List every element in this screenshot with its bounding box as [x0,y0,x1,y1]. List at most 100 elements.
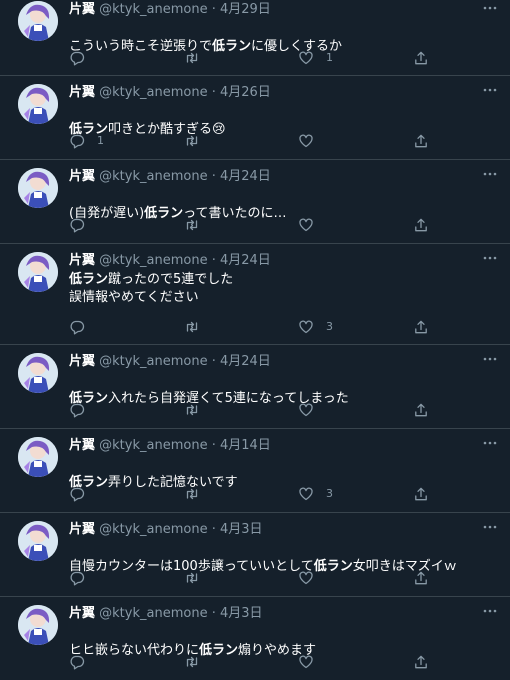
avatar[interactable] [18,605,58,645]
tweet-header: 片翼 @ktyk_anemone · 4月14日 [69,437,470,455]
separator-dot: · [211,85,216,100]
more-horizontal-icon[interactable] [482,82,498,98]
user-handle[interactable]: @ktyk_anemone [99,169,207,184]
display-name[interactable]: 片翼 [69,85,95,100]
tweet-header: 片翼 @ktyk_anemone · 4月29日 [69,1,470,19]
display-name[interactable]: 片翼 [69,253,95,268]
display-name[interactable]: 片翼 [69,2,95,17]
avatar[interactable] [18,521,58,561]
reply-button[interactable] [69,653,97,671]
like-button[interactable] [298,653,326,671]
heart-icon [299,487,313,501]
tweet-date[interactable]: 4月24日 [220,354,271,369]
share-button[interactable] [413,485,429,503]
display-name[interactable]: 片翼 [69,522,95,537]
retweet-icon [186,219,198,231]
tweet-header: 片翼 @ktyk_anemone · 4月24日 [69,168,470,186]
share-upload-icon [415,320,427,334]
share-button[interactable] [413,216,429,234]
tweet[interactable]: 片翼 @ktyk_anemone · 4月24日 低ラン入れたら自発遅くて5連に… [0,345,510,429]
reply-button[interactable] [69,401,97,419]
tweet-date[interactable]: 4月26日 [220,85,271,100]
share-button[interactable] [413,401,429,419]
user-handle[interactable]: @ktyk_anemone [99,606,207,621]
user-handle[interactable]: @ktyk_anemone [99,253,207,268]
tweet[interactable]: 片翼 @ktyk_anemone · 4月14日 低ラン弄りした記憶ないです 3 [0,429,510,513]
tweet-date[interactable]: 4月24日 [220,253,271,268]
tweet-date[interactable]: 4月24日 [220,169,271,184]
share-button[interactable] [413,318,429,336]
user-handle[interactable]: @ktyk_anemone [99,85,207,100]
timeline: 片翼 @ktyk_anemone · 4月29日 こういう時こそ逆張りで低ランに… [0,0,510,680]
like-button[interactable]: 3 [298,318,333,336]
retweet-button[interactable] [184,485,212,503]
retweet-button[interactable] [184,132,212,150]
reply-bubble-icon [70,571,85,586]
tweet-date[interactable]: 4月14日 [220,438,271,453]
user-handle[interactable]: @ktyk_anemone [99,522,207,537]
share-button[interactable] [413,653,429,671]
avatar[interactable] [18,84,58,124]
like-button[interactable] [298,569,326,587]
like-button[interactable]: 1 [298,49,333,67]
share-button[interactable] [413,49,429,67]
display-name[interactable]: 片翼 [69,354,95,369]
tweet[interactable]: 片翼 @ktyk_anemone · 4月3日 自慢カウンターは100歩譲ってい… [0,513,510,597]
heart-icon [299,571,313,585]
more-horizontal-icon[interactable] [482,351,498,367]
retweet-button[interactable] [184,318,212,336]
reply-button[interactable]: 1 [69,132,104,150]
reply-button[interactable] [69,485,97,503]
like-count: 3 [326,487,333,500]
display-name[interactable]: 片翼 [69,438,95,453]
heart-icon [299,218,313,232]
like-button[interactable] [298,132,326,150]
tweet[interactable]: 片翼 @ktyk_anemone · 4月24日 低ラン蹴ったので5連でした 誤… [0,244,510,345]
more-horizontal-icon[interactable] [482,250,498,266]
share-upload-icon [415,655,427,669]
tweet-header: 片翼 @ktyk_anemone · 4月24日 [69,252,470,270]
retweet-button[interactable] [184,653,212,671]
tweet-actions: 3 [69,318,439,336]
share-button[interactable] [413,132,429,150]
avatar[interactable] [18,353,58,393]
more-horizontal-icon[interactable] [482,435,498,451]
tweet-date[interactable]: 4月3日 [220,606,263,621]
retweet-button[interactable] [184,401,212,419]
like-button[interactable] [298,401,326,419]
tweet[interactable]: 片翼 @ktyk_anemone · 4月29日 こういう時こそ逆張りで低ランに… [0,0,510,76]
tweet-date[interactable]: 4月29日 [220,2,271,17]
user-handle[interactable]: @ktyk_anemone [99,438,207,453]
display-name[interactable]: 片翼 [69,169,95,184]
retweet-button[interactable] [184,569,212,587]
like-button[interactable] [298,216,326,234]
more-horizontal-icon[interactable] [482,0,498,16]
avatar[interactable] [18,437,58,477]
user-handle[interactable]: @ktyk_anemone [99,2,207,17]
tweet-actions [69,216,439,234]
heart-icon [299,134,313,148]
tweet-actions: 3 [69,485,439,503]
reply-button[interactable] [69,49,97,67]
display-name[interactable]: 片翼 [69,606,95,621]
more-horizontal-icon[interactable] [482,519,498,535]
more-horizontal-icon[interactable] [482,166,498,182]
retweet-button[interactable] [184,216,212,234]
avatar[interactable] [18,1,58,41]
reply-button[interactable] [69,318,97,336]
reply-button[interactable] [69,569,97,587]
tweet-date[interactable]: 4月3日 [220,522,263,537]
like-button[interactable]: 3 [298,485,333,503]
separator-dot: · [211,354,216,369]
retweet-button[interactable] [184,49,212,67]
tweet[interactable]: 片翼 @ktyk_anemone · 4月26日 低ラン叩きとか酷すぎる😢 1 [0,76,510,160]
reply-button[interactable] [69,216,97,234]
tweet[interactable]: 片翼 @ktyk_anemone · 4月24日 (自発が遅い)低ランって書いた… [0,160,510,244]
share-button[interactable] [413,569,429,587]
avatar[interactable] [18,252,58,292]
tweet[interactable]: 片翼 @ktyk_anemone · 4月3日 ヒヒ嵌らない代わりに低ラン煽りや… [0,597,510,680]
user-handle[interactable]: @ktyk_anemone [99,354,207,369]
avatar[interactable] [18,168,58,208]
more-horizontal-icon[interactable] [482,603,498,619]
share-upload-icon [415,218,427,232]
